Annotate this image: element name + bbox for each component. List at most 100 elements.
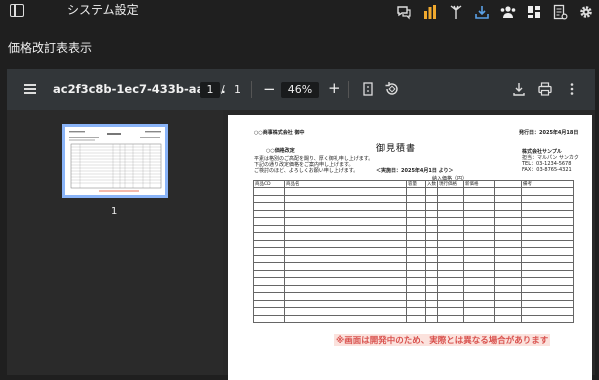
table-row — [253, 232, 574, 241]
table-cell — [463, 194, 495, 203]
table-cell — [494, 277, 522, 286]
table-row — [253, 299, 574, 308]
table-cell — [253, 254, 285, 263]
table-cell — [425, 232, 438, 241]
table-cell — [253, 307, 285, 316]
print-icon[interactable] — [537, 81, 553, 97]
table-cell — [494, 254, 522, 263]
table-cell — [406, 187, 426, 196]
column-header: 入数 — [425, 180, 438, 188]
table-cell — [494, 307, 522, 316]
bar-chart-icon[interactable] — [421, 3, 439, 21]
zoom-level-input[interactable]: 46% — [281, 82, 319, 98]
table-cell — [494, 299, 522, 308]
table-cell — [521, 209, 574, 218]
table-cell — [425, 277, 438, 286]
table-cell — [521, 277, 574, 286]
table-cell — [494, 187, 522, 196]
table-cell — [253, 209, 285, 218]
table-cell — [463, 284, 495, 293]
table-cell — [463, 314, 495, 323]
table-cell — [425, 217, 438, 226]
table-cell — [284, 314, 407, 323]
table-cell — [437, 307, 464, 316]
table-cell — [284, 299, 407, 308]
rotate-icon[interactable] — [384, 81, 400, 97]
table-cell — [494, 202, 522, 211]
table-cell — [437, 224, 464, 233]
table-cell — [521, 187, 574, 196]
table-cell — [437, 284, 464, 293]
table-cell — [437, 262, 464, 271]
table-cell — [425, 239, 438, 248]
column-header: 備考 — [521, 180, 574, 188]
table-cell — [521, 217, 574, 226]
table-cell — [425, 262, 438, 271]
table-cell — [253, 299, 285, 308]
table-cell — [437, 247, 464, 256]
page-thumbnail[interactable] — [62, 124, 168, 198]
table-cell — [253, 314, 285, 323]
table-cell — [284, 269, 407, 278]
table-cell — [494, 284, 522, 293]
download-tray-icon[interactable] — [473, 3, 491, 21]
page-number-input[interactable]: 1 — [200, 82, 220, 98]
table-cell — [463, 269, 495, 278]
table-cell — [284, 307, 407, 316]
fit-page-icon[interactable] — [360, 81, 376, 97]
table-cell — [437, 292, 464, 301]
app-title: システム設定 — [67, 3, 139, 17]
table-cell — [437, 254, 464, 263]
table-cell — [437, 209, 464, 218]
menu-icon[interactable] — [24, 84, 36, 94]
table-cell — [521, 269, 574, 278]
zoom-in-button[interactable]: + — [328, 79, 341, 97]
more-options-icon[interactable] — [564, 81, 580, 97]
dashboard-icon[interactable] — [525, 3, 543, 21]
recipient: ○○商事株式会社 御中 — [254, 130, 305, 136]
table-cell — [406, 284, 426, 293]
table-cell — [521, 202, 574, 211]
table-cell — [425, 187, 438, 196]
table-cell — [494, 217, 522, 226]
gear-icon[interactable] — [577, 3, 595, 21]
column-header — [494, 180, 522, 188]
table-cell — [406, 202, 426, 211]
table-cell — [406, 307, 426, 316]
table-cell — [406, 314, 426, 323]
users-icon[interactable] — [499, 3, 517, 21]
thumbnail-preview — [69, 131, 162, 192]
table-cell — [253, 277, 285, 286]
table-cell — [406, 194, 426, 203]
zoom-out-button[interactable]: − — [263, 80, 276, 98]
table-cell — [284, 254, 407, 263]
table-cell — [284, 262, 407, 271]
column-header: 商品名 — [284, 180, 407, 188]
table-cell — [437, 187, 464, 196]
table-cell — [253, 194, 285, 203]
table-cell — [425, 247, 438, 256]
table-cell — [406, 232, 426, 241]
table-cell — [494, 209, 522, 218]
table-cell — [425, 254, 438, 263]
chat-icon[interactable] — [395, 3, 413, 21]
antenna-icon[interactable] — [447, 3, 465, 21]
table-cell — [406, 269, 426, 278]
table-cell — [284, 194, 407, 203]
table-cell — [463, 224, 495, 233]
toolbar-divider — [251, 81, 252, 98]
table-cell — [463, 247, 495, 256]
document-settings-icon[interactable] — [551, 3, 569, 21]
table-cell — [463, 217, 495, 226]
table-body — [253, 187, 574, 323]
table-row — [253, 254, 574, 263]
effective-date: ＜実施日：2025年4月1日 より＞ — [376, 168, 454, 174]
table-row — [253, 284, 574, 293]
sidebar-icon[interactable] — [10, 4, 24, 17]
table-cell — [284, 277, 407, 286]
download-icon[interactable] — [511, 81, 527, 97]
table-cell — [437, 217, 464, 226]
table-cell — [521, 224, 574, 233]
table-cell — [463, 187, 495, 196]
pdf-viewer: ac2f3c8b-1ec7-433b-aab... 1 / 1 − 46% + — [7, 69, 595, 380]
